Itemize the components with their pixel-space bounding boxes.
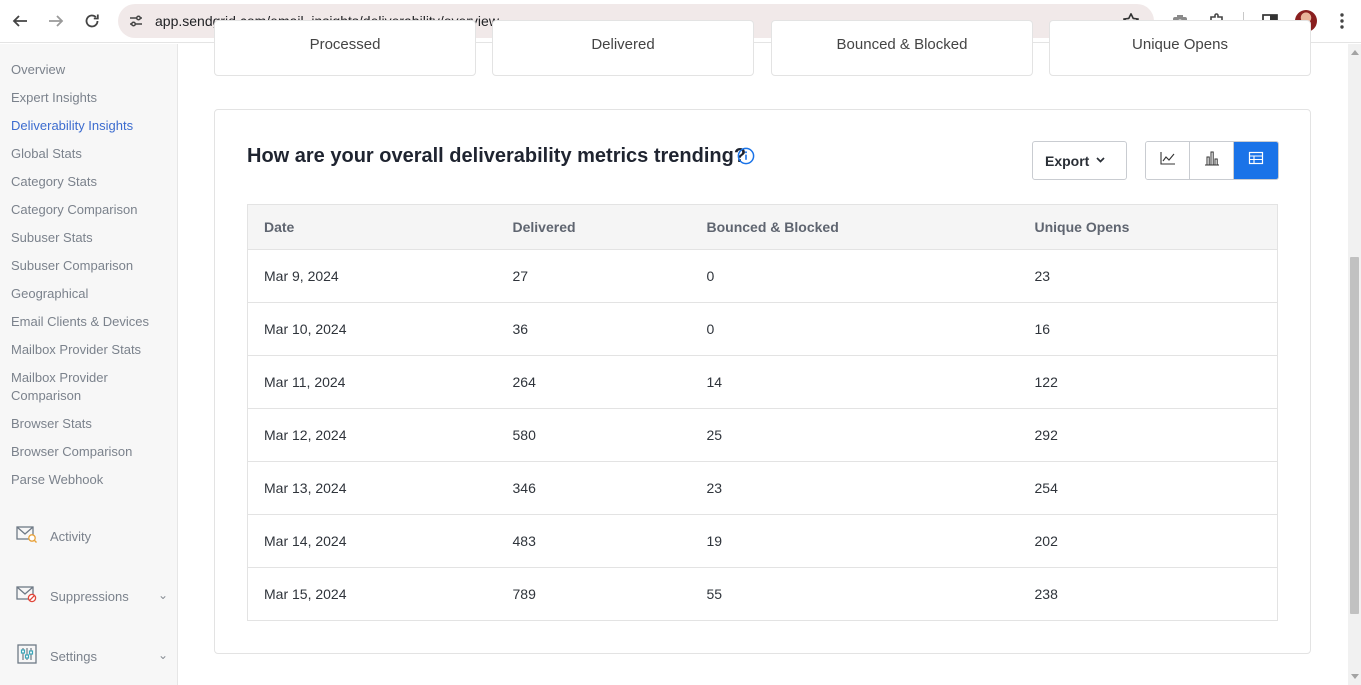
stat-card-bounced-blocked: Bounced & Blocked	[771, 20, 1033, 76]
sidebar-group-suppressions[interactable]: Suppressions ⌄	[16, 584, 172, 608]
table-cell: Mar 10, 2024	[247, 302, 497, 356]
table-view-button[interactable]	[1234, 142, 1278, 179]
table-row: Mar 13, 2024 346 23 254	[247, 461, 1278, 515]
table-row: Mar 15, 2024 789 55 238	[248, 568, 1278, 621]
table-icon	[1248, 151, 1264, 170]
back-icon[interactable]	[2, 3, 38, 39]
sidebar-link-browser-comparison[interactable]: Browser Comparison	[11, 443, 171, 461]
stat-card-label: Bounced & Blocked	[836, 36, 968, 53]
more-menu-icon[interactable]	[1330, 9, 1354, 33]
sidebar-link-parse-webhook[interactable]: Parse Webhook	[11, 471, 171, 489]
card-title: How are your overall deliverability metr…	[247, 145, 747, 167]
table-cell: 27	[496, 249, 691, 303]
sidebar-link-geographical[interactable]: Geographical	[11, 285, 171, 303]
sidebar-link-mailbox-provider-stats[interactable]: Mailbox Provider Stats	[11, 341, 171, 359]
table-cell: 0	[690, 302, 1019, 356]
stat-card-unique-opens: Unique Opens	[1049, 20, 1311, 76]
stat-card-label: Unique Opens	[1132, 36, 1228, 53]
sidebar-link-subuser-comparison[interactable]: Subuser Comparison	[11, 257, 171, 275]
sidebar-link-subuser-stats[interactable]: Subuser Stats	[11, 229, 171, 247]
export-button[interactable]: Export	[1032, 141, 1127, 180]
chevron-down-icon[interactable]: ⌄	[158, 588, 168, 602]
table-cell: 14	[690, 355, 1019, 409]
table-cell: 36	[496, 302, 691, 356]
column-header-date[interactable]: Date	[247, 204, 497, 250]
line-chart-icon	[1159, 151, 1176, 170]
table-cell: 346	[496, 461, 691, 515]
stat-card-processed: Processed	[214, 20, 476, 76]
site-settings-icon[interactable]	[128, 13, 144, 34]
reload-icon[interactable]	[74, 3, 110, 39]
table-cell: 264	[496, 355, 691, 409]
table-cell: 238	[1034, 586, 1058, 602]
sidebar: Overview Expert Insights Deliverability In…	[0, 44, 178, 685]
export-label: Export	[1045, 152, 1090, 169]
chevron-down-icon[interactable]: ⌄	[158, 648, 168, 662]
table-cell: Mar 12, 2024	[247, 408, 497, 462]
info-icon[interactable]	[737, 147, 755, 170]
sidebar-group-label: Settings	[50, 648, 97, 664]
table-row: Mar 10, 2024 36 0 16	[247, 302, 1278, 356]
table-cell: 202	[1018, 514, 1278, 568]
sidebar-link-category-comparison[interactable]: Category Comparison	[11, 201, 171, 219]
table-row: Mar 11, 2024 264 14 122	[247, 355, 1278, 409]
settings-icon	[16, 643, 38, 669]
suppressions-icon	[16, 585, 38, 608]
table-cell: Mar 11, 2024	[247, 355, 497, 409]
stat-card-label: Delivered	[591, 36, 655, 53]
table-cell: 483	[496, 514, 691, 568]
table-row: Mar 12, 2024 580 25 292	[247, 408, 1278, 462]
bar-chart-view-button[interactable]	[1190, 142, 1234, 179]
column-header-unique-opens[interactable]: Unique Opens	[1018, 204, 1278, 250]
table-cell: Mar 9, 2024	[247, 249, 497, 303]
sidebar-link-email-clients-devices[interactable]: Email Clients & Devices	[11, 313, 171, 331]
table-cell: 23	[690, 461, 1019, 515]
table-cell: 789	[512, 586, 536, 602]
sidebar-link-mailbox-provider-comparison[interactable]: Mailbox Provider Comparison	[11, 369, 171, 405]
scroll-up-arrow-icon[interactable]	[1351, 50, 1359, 55]
bar-chart-icon	[1204, 150, 1220, 171]
table-cell: 55	[706, 586, 723, 602]
sidebar-link-expert-insights[interactable]: Expert Insights	[11, 89, 171, 107]
page-scrollbar[interactable]	[1348, 44, 1361, 685]
table-row: Mar 9, 2024 27 0 23	[247, 249, 1278, 303]
table-cell: 580	[496, 408, 691, 462]
table-cell: 254	[1018, 461, 1278, 515]
sidebar-group-settings[interactable]: Settings ⌄	[16, 643, 172, 669]
metrics-table: Date Delivered Bounced & Blocked Unique …	[247, 204, 1278, 621]
sidebar-link-overview[interactable]: Overview	[11, 61, 171, 79]
table-cell: 16	[1018, 302, 1278, 356]
view-toggle	[1145, 141, 1279, 180]
chevron-down-icon	[1096, 155, 1105, 166]
sidebar-link-deliverability-insights[interactable]: Deliverability Insights	[11, 117, 171, 135]
forward-icon[interactable]	[38, 3, 74, 39]
sidebar-link-category-stats[interactable]: Category Stats	[11, 173, 171, 191]
deliverability-trend-card: How are your overall deliverability metr…	[214, 109, 1311, 654]
scrollbar-thumb[interactable]	[1350, 257, 1359, 614]
scroll-down-arrow-icon[interactable]	[1351, 674, 1359, 679]
sidebar-group-activity[interactable]: Activity	[16, 524, 172, 548]
table-cell: Mar 15, 2024	[264, 586, 347, 602]
sidebar-group-label: Activity	[50, 528, 92, 544]
table-header-row: Date Delivered Bounced & Blocked Unique …	[247, 204, 1278, 250]
sidebar-link-global-stats[interactable]: Global Stats	[11, 145, 171, 163]
sidebar-group-label: Suppressions	[50, 588, 129, 604]
column-header-delivered[interactable]: Delivered	[496, 204, 691, 250]
sidebar-link-browser-stats[interactable]: Browser Stats	[11, 415, 171, 433]
table-cell: 0	[690, 249, 1019, 303]
table-cell: 19	[690, 514, 1019, 568]
table-row: Mar 14, 2024 483 19 202	[247, 514, 1278, 568]
table-cell: 25	[690, 408, 1019, 462]
stat-card-label: Processed	[309, 36, 381, 53]
table-cell: 292	[1018, 408, 1278, 462]
line-chart-view-button[interactable]	[1146, 142, 1190, 179]
activity-icon	[16, 525, 38, 548]
column-header-bounced-blocked[interactable]: Bounced & Blocked	[690, 204, 1019, 250]
table-cell: Mar 14, 2024	[247, 514, 497, 568]
table-cell: Mar 13, 2024	[247, 461, 497, 515]
stat-card-delivered: Delivered	[492, 20, 754, 76]
table-cell: 122	[1018, 355, 1278, 409]
table-cell: 23	[1018, 249, 1278, 303]
